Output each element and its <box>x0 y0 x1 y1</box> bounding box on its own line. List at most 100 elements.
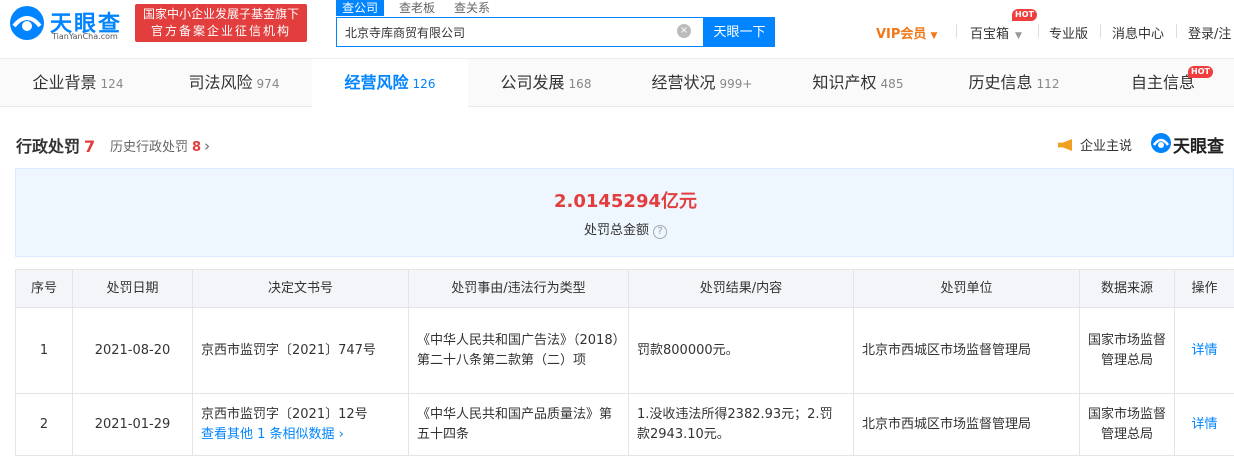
tab-operating-risk[interactable]: 经营风险 126 <box>312 59 468 107</box>
total-penalty-amount: 2.0145294亿元 <box>16 187 1234 213</box>
section-count: 7 <box>84 137 95 156</box>
tab-count: 485 <box>881 77 904 91</box>
tab-count: 168 <box>569 77 592 91</box>
tab-judicial-risk[interactable]: 司法风险 974 <box>156 59 312 107</box>
chevron-right-icon: › <box>204 137 210 155</box>
tab-count: 112 <box>1037 77 1060 91</box>
table-row: 2 2021-01-29 京西市监罚字〔2021〕12号查看其他 1 条相似数据… <box>16 394 1234 456</box>
tab-label: 经营风险 <box>345 73 409 92</box>
penalty-result: 1.没收违法所得2382.93元；2.罚款2943.10元。 <box>629 394 854 456</box>
column-header: 数据来源 <box>1080 270 1175 308</box>
column-header: 处罚结果/内容 <box>629 270 854 308</box>
search-input[interactable] <box>337 18 677 46</box>
treasure-box-menu[interactable]: 百宝箱 ▼ <box>970 23 1022 42</box>
column-header: 决定文书号 <box>193 270 409 308</box>
vip-member-link[interactable]: VIP会员 ▼ <box>876 23 937 42</box>
tab-company-development[interactable]: 公司发展168 <box>468 59 624 107</box>
penalty-date: 2021-08-20 <box>73 308 193 394</box>
penalty-result: 罚款800000元。 <box>629 308 854 394</box>
penalty-table: 序号 处罚日期 决定文书号 处罚事由/违法行为类型 处罚结果/内容 处罚单位 数… <box>15 269 1234 456</box>
column-header: 序号 <box>16 270 73 308</box>
treasure-label: 百宝箱 <box>970 27 1009 42</box>
search-tab-boss[interactable]: 查老板 <box>399 0 435 16</box>
penalty-reason: 《中华人民共和国广告法》（2018）第二十八条第二款第（二）项 <box>409 308 629 394</box>
official-badge-line1: 国家中小企业发展子基金旗下 <box>135 6 307 23</box>
brand-name-small: 天眼查 <box>1173 132 1224 157</box>
tab-business-status[interactable]: 经营状况 999+ <box>624 59 780 107</box>
hot-badge: HOT <box>1188 66 1213 78</box>
divider <box>1038 24 1039 38</box>
message-center-link[interactable]: 消息中心 <box>1112 23 1164 42</box>
clear-icon[interactable]: × <box>677 24 691 38</box>
tab-history-info[interactable]: 历史信息 112 <box>936 59 1092 107</box>
search-tab-company[interactable]: 查公司 <box>336 0 384 16</box>
tab-label: 司法风险 <box>189 73 253 92</box>
top-bar: 天眼查 TianYanCha.com 国家中小企业发展子基金旗下 官方备案企业征… <box>0 0 1234 58</box>
decision-doc-number: 京西市监罚字〔2021〕12号 <box>201 407 368 422</box>
tab-intellectual-property[interactable]: 知识产权 485 <box>780 59 936 107</box>
tianyancha-logo-small: 天眼查 <box>1150 130 1234 156</box>
column-header: 处罚事由/违法行为类型 <box>409 270 629 308</box>
tab-label: 自主信息 <box>1131 73 1195 92</box>
official-badge: 国家中小企业发展子基金旗下 官方备案企业征信机构 <box>135 4 307 42</box>
search-tab-relation[interactable]: 查关系 <box>454 0 490 16</box>
tab-count: 124 <box>101 77 124 91</box>
tab-count: 126 <box>413 77 436 91</box>
table-header-row: 序号 处罚日期 决定文书号 处罚事由/违法行为类型 处罚结果/内容 处罚单位 数… <box>16 270 1234 308</box>
penalty-summary: 2.0145294亿元 处罚总金额? <box>15 168 1234 257</box>
divider <box>1100 24 1101 38</box>
company-speaks-label: 企业主说 <box>1080 139 1132 154</box>
section-title: 行政处罚7 <box>16 133 95 157</box>
penalty-unit: 北京市西城区市场监督管理局 <box>854 308 1080 394</box>
pro-version-link[interactable]: 专业版 <box>1049 23 1088 42</box>
history-count: 8 <box>192 140 201 155</box>
history-label: 历史行政处罚 <box>110 140 188 155</box>
total-penalty-label: 处罚总金额? <box>16 219 1234 239</box>
penalty-date: 2021-01-29 <box>73 394 193 456</box>
tab-label: 知识产权 <box>813 73 877 92</box>
data-source: 国家市场监督管理总局 <box>1080 394 1175 456</box>
company-tabs: 企业背景 124 司法风险 974 经营风险 126 公司发展168 经营状况 999+… <box>0 58 1234 107</box>
data-source: 国家市场监督管理总局 <box>1080 308 1175 394</box>
divider <box>1176 24 1177 38</box>
decision-doc-number: 京西市监罚字〔2021〕747号 <box>193 308 409 394</box>
penalty-reason: 《中华人民共和国产品质量法》第五十四条 <box>409 394 629 456</box>
login-link[interactable]: 登录/注 <box>1188 23 1231 42</box>
row-index: 2 <box>16 394 73 456</box>
speaker-icon <box>1058 139 1072 151</box>
detail-link[interactable]: 详情 <box>1175 308 1234 394</box>
tab-label: 经营状况 <box>652 73 716 92</box>
caret-down-icon: ▼ <box>1015 31 1022 41</box>
caret-down-icon: ▼ <box>930 31 937 41</box>
vip-label: VIP会员 <box>876 27 926 42</box>
tab-count: 999+ <box>720 77 753 91</box>
search-button[interactable]: 天眼一下 <box>704 17 775 47</box>
eye-logo-icon <box>8 4 46 42</box>
tab-label: 历史信息 <box>969 73 1033 92</box>
column-header: 处罚日期 <box>73 270 193 308</box>
help-icon[interactable]: ? <box>653 225 667 239</box>
tab-label: 企业背景 <box>33 73 97 92</box>
total-penalty-label-text: 处罚总金额 <box>584 223 649 238</box>
decision-doc-cell: 京西市监罚字〔2021〕12号查看其他 1 条相似数据 › <box>193 394 409 456</box>
search-box: × <box>336 17 704 47</box>
table-row: 1 2021-08-20 京西市监罚字〔2021〕747号 《中华人民共和国广告… <box>16 308 1234 394</box>
section-title-text: 行政处罚 <box>16 137 80 156</box>
company-speaks-link[interactable]: 企业主说 <box>1058 135 1132 154</box>
row-index: 1 <box>16 308 73 394</box>
divider <box>956 24 957 38</box>
similar-data-link[interactable]: 查看其他 1 条相似数据 › <box>201 425 400 445</box>
tab-count: 974 <box>257 77 280 91</box>
penalty-unit: 北京市西城区市场监督管理局 <box>854 394 1080 456</box>
column-header: 操作 <box>1175 270 1234 308</box>
official-badge-line2: 官方备案企业征信机构 <box>135 23 307 40</box>
tab-self-info[interactable]: 自主信息 <box>1092 59 1234 107</box>
brand-domain: TianYanCha.com <box>52 32 118 41</box>
tianyancha-logo[interactable]: 天眼查 TianYanCha.com <box>8 4 126 44</box>
detail-link[interactable]: 详情 <box>1175 394 1234 456</box>
column-header: 处罚单位 <box>854 270 1080 308</box>
hot-badge: HOT <box>1012 9 1037 21</box>
tab-business-background[interactable]: 企业背景 124 <box>0 59 156 107</box>
history-penalty-link[interactable]: 历史行政处罚 8› <box>110 136 210 155</box>
eye-logo-icon <box>1150 132 1172 154</box>
